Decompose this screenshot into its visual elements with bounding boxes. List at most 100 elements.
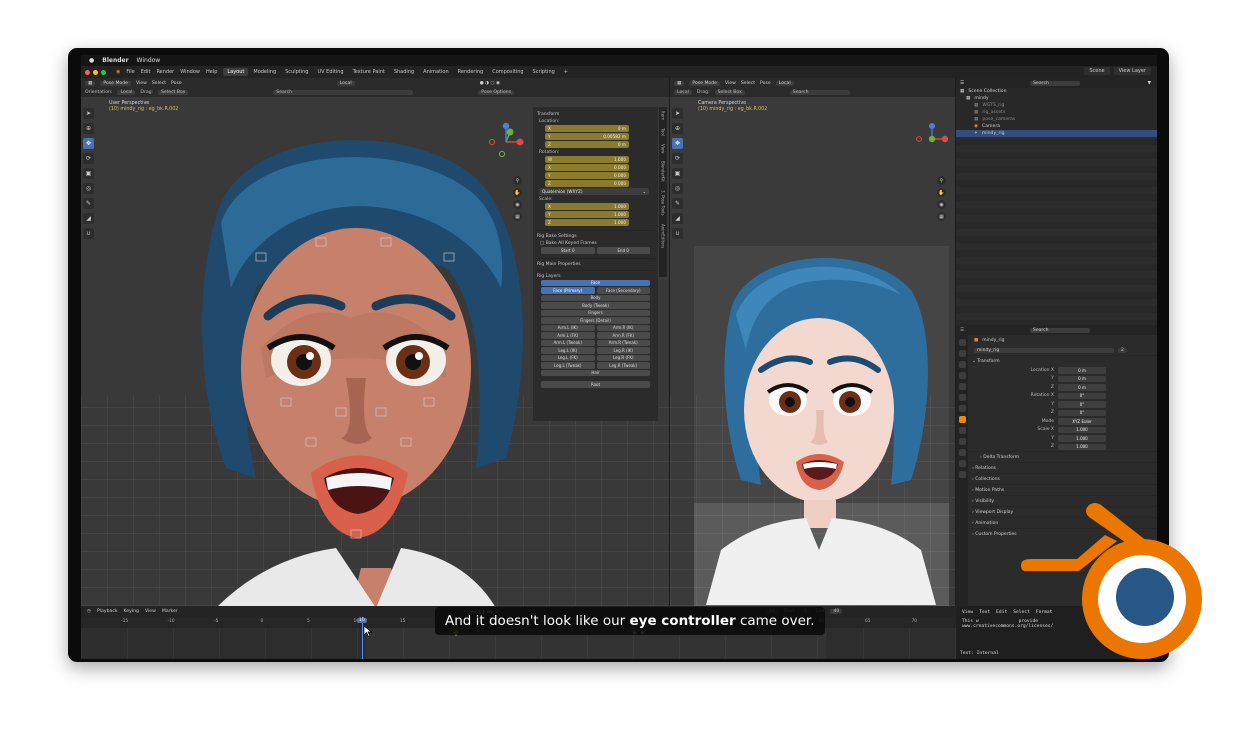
- location-y-field[interactable]: Y 0.00582 m: [545, 133, 629, 140]
- playhead-frame-label[interactable]: 10: [357, 618, 367, 623]
- motion-paths-panel[interactable]: › Motion Paths: [956, 484, 1157, 495]
- right-drag-select[interactable]: Select Box: [714, 90, 745, 95]
- scale-tool-icon[interactable]: ▣: [83, 168, 94, 179]
- rotation-z-field[interactable]: Z 0.000: [545, 180, 629, 187]
- right-search-input[interactable]: Search: [789, 90, 850, 95]
- layer-leg-r-tweak[interactable]: Leg.R (Tweak): [596, 362, 650, 369]
- editor-type-icon[interactable]: ▦: [85, 80, 96, 86]
- outliner-row-scene-collection[interactable]: ▦ Scene Collection: [956, 88, 1157, 95]
- tool-tab-icon[interactable]: [958, 339, 966, 346]
- playhead[interactable]: [362, 617, 363, 659]
- rotation-x-field[interactable]: X 0.000: [545, 164, 629, 171]
- tab-view[interactable]: View: [661, 144, 666, 154]
- right-move-tool-icon[interactable]: ✥: [672, 138, 683, 149]
- outliner-row-mindy-rig[interactable]: ✦ mindy_rig: [956, 130, 1157, 137]
- rig-bake-title[interactable]: Rig Bake Settings: [537, 234, 654, 239]
- layer-fingers[interactable]: Fingers: [541, 309, 650, 316]
- layer-leg-l-fk[interactable]: Leg.L (FK): [541, 354, 595, 361]
- minimize-dot[interactable]: [93, 69, 98, 75]
- tab-rendering[interactable]: Rendering: [454, 68, 488, 76]
- add-workspace-icon[interactable]: +: [560, 68, 572, 76]
- prop-rotation-x[interactable]: Rotation X 0°: [956, 392, 1157, 401]
- keying-menu[interactable]: Keying: [124, 609, 139, 614]
- right-menu-pose[interactable]: Pose: [760, 81, 771, 86]
- prop-rotation-z[interactable]: Z 0°: [956, 409, 1157, 418]
- right-rotate-tool-icon[interactable]: ⟳: [672, 153, 683, 164]
- menu-render[interactable]: Render: [156, 69, 174, 75]
- pose-tool-icon[interactable]: ∪: [83, 228, 94, 239]
- menu-file[interactable]: File: [126, 69, 134, 75]
- tab-shading[interactable]: Shading: [390, 68, 418, 76]
- scale-z-field[interactable]: Z 1.000: [545, 219, 629, 226]
- relations-panel[interactable]: › Relations: [956, 462, 1157, 473]
- layer-leg-r-ik[interactable]: Leg.R (IK): [596, 347, 650, 354]
- layer-body[interactable]: Body: [541, 294, 650, 301]
- zoom-dot[interactable]: [101, 69, 106, 75]
- prop-rotation-y[interactable]: Y 0°: [956, 400, 1157, 409]
- bone-tab-icon[interactable]: [958, 471, 966, 478]
- right-annotate-tool-icon[interactable]: ✎: [672, 198, 683, 209]
- right-orientation-select[interactable]: Local: [674, 90, 692, 95]
- layer-face[interactable]: Face: [541, 279, 650, 286]
- layer-arm-r-fk[interactable]: Arm.R (FK): [596, 332, 650, 339]
- right-menu-view[interactable]: View: [725, 81, 736, 86]
- rig-main-title[interactable]: Rig Main Properties: [537, 262, 654, 267]
- prop-scale-z[interactable]: Z 1.000: [956, 443, 1157, 452]
- apple-icon[interactable]: ●: [89, 57, 94, 64]
- tab-animeditors[interactable]: AnimEditors: [661, 224, 666, 248]
- scene-tab-icon[interactable]: [958, 383, 966, 390]
- text-text-menu[interactable]: Text: [979, 610, 990, 615]
- users-count[interactable]: 2: [1118, 347, 1127, 353]
- layer-leg-l-ik[interactable]: Leg.L (IK): [541, 347, 595, 354]
- pose-options-button[interactable]: Pose Options: [478, 90, 515, 95]
- tab-modeling[interactable]: Modeling: [249, 68, 280, 76]
- right-scale-tool-icon[interactable]: ▣: [672, 168, 683, 179]
- outliner-row-rig-assets[interactable]: ▦ rig_assets: [956, 109, 1157, 116]
- layer-arm-r-ik[interactable]: Arm.R (IK): [596, 324, 650, 331]
- output-tab-icon[interactable]: [958, 361, 966, 368]
- outliner-row-mindy[interactable]: ▦ mindy: [956, 95, 1157, 102]
- physics-tab-icon[interactable]: [958, 438, 966, 445]
- delta-transform-panel[interactable]: › Delta Transform: [956, 451, 1157, 462]
- filter-icon[interactable]: ▼: [1147, 81, 1151, 86]
- collections-panel[interactable]: › Collections: [956, 473, 1157, 484]
- prop-location-z[interactable]: Z0 m: [956, 383, 1157, 392]
- app-menu[interactable]: Blender: [102, 57, 128, 64]
- properties-search-input[interactable]: Search: [1030, 327, 1091, 333]
- character-camera-view[interactable]: [706, 250, 936, 605]
- tab-compositing[interactable]: Compositing: [488, 68, 527, 76]
- tab-pose-tools[interactable]: 3. Pose Tools: [661, 190, 666, 215]
- right-pan-hand-icon[interactable]: ✋: [937, 188, 946, 197]
- right-zoom-icon[interactable]: ⚲: [937, 176, 946, 185]
- data-tab-icon[interactable]: [958, 460, 966, 467]
- right-menu-select[interactable]: Select: [741, 81, 755, 86]
- scale-y-field[interactable]: Y 1.000: [545, 211, 629, 218]
- transform-panel-header[interactable]: ⌄ Transform: [956, 355, 1157, 366]
- object-tab-icon[interactable]: [958, 416, 966, 423]
- layer-arm-r-tweak[interactable]: Arm.R (Tweak): [596, 339, 650, 346]
- left-menu-view[interactable]: View: [136, 81, 147, 86]
- layer-face-primary[interactable]: Face (Primary): [541, 287, 595, 294]
- layer-body-tweak[interactable]: Body (Tweak): [541, 302, 650, 309]
- marker-menu[interactable]: Marker: [162, 609, 178, 614]
- layer-fingers-detail[interactable]: Fingers (Detail): [541, 317, 650, 324]
- left-menu-pose[interactable]: Pose: [171, 81, 182, 86]
- view-layer-tab-icon[interactable]: [958, 372, 966, 379]
- modifier-tab-icon[interactable]: [958, 427, 966, 434]
- location-z-field[interactable]: Z0 m: [545, 141, 629, 148]
- left-shading-icons[interactable]: ● ◑ ○ ◉: [480, 81, 500, 86]
- constraints-tab-icon[interactable]: [958, 449, 966, 456]
- layer-arm-l-tweak[interactable]: Arm.L (Tweak): [541, 339, 595, 346]
- layer-arm-l-ik[interactable]: Arm.L (IK): [541, 324, 595, 331]
- layer-arm-l-fk[interactable]: Arm.L (FK): [541, 332, 595, 339]
- close-dot[interactable]: [85, 69, 90, 75]
- blender-icon[interactable]: ◉: [116, 69, 120, 75]
- layer-root[interactable]: Root: [541, 381, 650, 388]
- tweak-tool-icon[interactable]: ➤: [83, 108, 94, 119]
- tab-blenderkit[interactable]: BlenderKit: [661, 161, 666, 182]
- location-x-field[interactable]: X0 m: [545, 125, 629, 132]
- right-pose-tool-icon[interactable]: ∪: [672, 228, 683, 239]
- outliner-row-camera[interactable]: ◉ Camera: [956, 123, 1157, 130]
- layer-leg-l-tweak[interactable]: Leg.L (Tweak): [541, 362, 595, 369]
- left-mode-select[interactable]: Pose Mode: [100, 80, 131, 86]
